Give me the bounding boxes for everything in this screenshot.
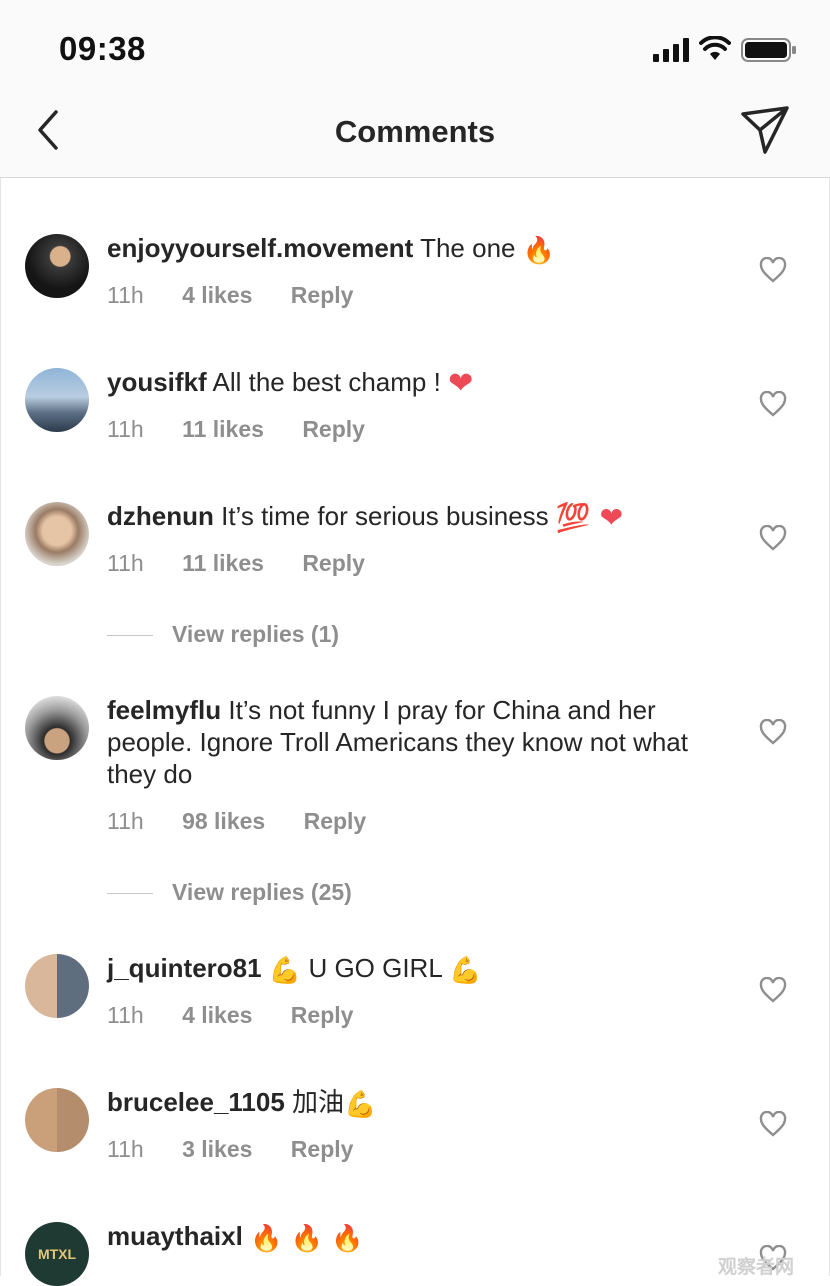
view-replies-button[interactable]: View replies (25) (107, 879, 352, 906)
avatar[interactable]: MTXL (25, 1222, 89, 1286)
avatar-logo-text: MTXL (37, 1246, 77, 1262)
avatar[interactable] (25, 502, 89, 566)
comment-username[interactable]: brucelee_1105 (107, 1087, 285, 1117)
comment-time: 11h (107, 550, 144, 576)
flexed-biceps-emoji: 💪 (268, 956, 302, 986)
comment-meta: 11h 98 likes Reply (107, 808, 398, 835)
watermark: 观察者网 (718, 1257, 795, 1278)
comment-text: brucelee_1105 加油💪 (107, 1086, 707, 1121)
like-count[interactable]: 11 likes (182, 416, 264, 442)
avatar[interactable] (25, 368, 89, 432)
reply-button[interactable]: Reply (291, 282, 354, 308)
comment-username[interactable]: muaythaixl (107, 1221, 243, 1251)
comment-meta: 11h 4 likes Reply (107, 1002, 385, 1029)
comment-username[interactable]: yousifkf (107, 367, 207, 397)
comment-meta: 11h 4 likes Reply (107, 282, 385, 309)
cellular-signal-icon (653, 38, 689, 62)
avatar[interactable] (25, 954, 89, 1018)
view-replies-button[interactable]: View replies (1) (107, 621, 339, 648)
replies-divider-line (107, 893, 153, 895)
heart-icon[interactable] (759, 977, 787, 1003)
status-time: 09:38 (59, 30, 146, 67)
comment-body: The one (420, 233, 516, 263)
comment-text: j_quintero81 💪 U GO GIRL 💪 (107, 952, 707, 987)
comment-time: 11h (107, 808, 144, 834)
wifi-icon (699, 36, 731, 60)
avatar[interactable] (25, 696, 89, 760)
comment-username[interactable]: enjoyyourself.movement (107, 233, 413, 263)
comment-meta: 11h 11 likes Reply (107, 416, 397, 443)
heart-icon[interactable] (759, 525, 787, 551)
flexed-biceps-emoji: 💪 (344, 1090, 377, 1120)
comment-body: 加油 (292, 1087, 345, 1117)
hundred-and-heart-emoji: 💯 ❤ (555, 501, 624, 534)
comment-username[interactable]: j_quintero81 (107, 953, 262, 983)
comment-text: dzhenun It’s time for serious business 💯… (107, 500, 707, 534)
comment-text: yousifkf All the best champ ! ❤ (107, 366, 707, 400)
reply-button[interactable]: Reply (291, 1002, 354, 1028)
comment-time: 11h (107, 282, 144, 308)
comment-meta: 11h 3 likes Reply (107, 1136, 385, 1163)
comment-meta: 11h 11 likes Reply (107, 550, 397, 577)
like-count[interactable]: 4 likes (182, 282, 252, 308)
avatar[interactable] (25, 1088, 89, 1152)
reply-button[interactable]: Reply (304, 808, 367, 834)
red-heart-emoji: ❤ (448, 366, 474, 401)
comment-time: 11h (107, 416, 144, 442)
comment-text: feelmyflu It’s not funny I pray for Chin… (107, 694, 707, 790)
view-replies-label: View replies (1) (172, 621, 340, 647)
like-count[interactable]: 4 likes (182, 1002, 252, 1028)
heart-icon[interactable] (759, 391, 787, 417)
status-bar: 09:38 (0, 0, 830, 96)
heart-icon[interactable] (759, 1111, 787, 1137)
comment-body: All the best champ ! (212, 367, 441, 397)
comment-body: It’s time for serious business (221, 501, 549, 531)
send-icon[interactable] (738, 104, 792, 158)
page-title: Comments (334, 114, 496, 149)
like-count[interactable]: 11 likes (182, 550, 264, 576)
like-count[interactable]: 98 likes (182, 808, 265, 834)
comment-time: 11h (107, 1136, 144, 1162)
comment-time: 11h (107, 1002, 144, 1028)
comment-username[interactable]: feelmyflu (107, 695, 221, 725)
battery-icon (741, 38, 796, 62)
comment-text: enjoyyourself.movement The one 🔥 (107, 232, 707, 267)
reply-button[interactable]: Reply (302, 416, 365, 442)
comment-username[interactable]: dzhenun (107, 501, 214, 531)
comments-header: Comments (0, 96, 830, 178)
fire-emoji: 🔥 (522, 236, 556, 266)
fire-emoji: 🔥 🔥 🔥 (250, 1224, 364, 1254)
view-replies-label: View replies (25) (172, 879, 352, 905)
replies-divider-line (107, 635, 153, 637)
flexed-biceps-emoji: 💪 (449, 956, 482, 986)
heart-icon[interactable] (759, 257, 787, 283)
reply-button[interactable]: Reply (302, 550, 365, 576)
avatar[interactable] (25, 234, 89, 298)
like-count[interactable]: 3 likes (182, 1136, 252, 1162)
comment-text: muaythaixl 🔥 🔥 🔥 (107, 1220, 707, 1255)
comment-body: U GO GIRL (308, 953, 442, 983)
heart-icon[interactable] (759, 719, 787, 745)
reply-button[interactable]: Reply (291, 1136, 354, 1162)
